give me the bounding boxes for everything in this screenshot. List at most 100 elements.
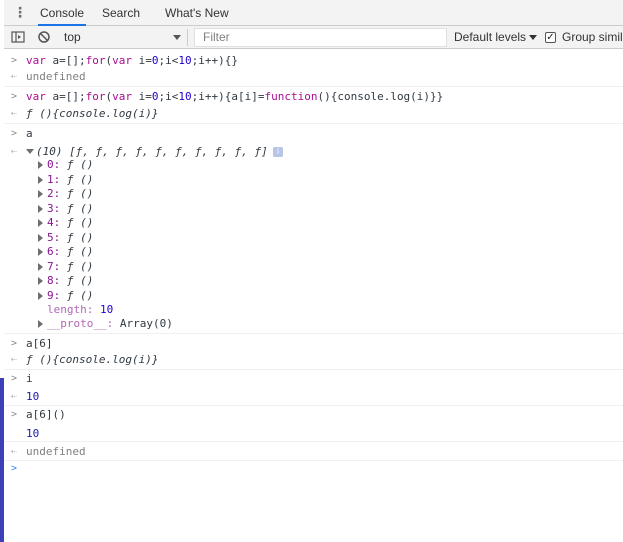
array-item-key: 8 — [47, 274, 54, 287]
length-value: 10 — [100, 303, 114, 316]
array-item-key: 3 — [47, 201, 54, 215]
clear-console-icon[interactable] — [37, 30, 51, 44]
message-divider — [4, 333, 623, 334]
array-item-row[interactable]: 0: ƒ () — [4, 158, 623, 172]
expand-triangle-icon[interactable] — [26, 149, 34, 154]
drawer-tabbar: ⋮ Console Search What's New — [4, 0, 623, 26]
log-levels-dropdown[interactable]: Default levels — [454, 26, 526, 49]
console-input-message: > var a=[];for(var i=0;i<10;i++){a[i]=fu… — [4, 89, 623, 104]
array-item-row[interactable]: 4: ƒ () — [4, 216, 623, 230]
array-item-key: 6 — [47, 245, 54, 258]
array-item-value: ƒ () — [66, 158, 94, 171]
input-prompt-icon: > — [11, 55, 18, 66]
input-text: a[6]() — [26, 408, 66, 421]
expand-triangle-icon[interactable] — [38, 320, 43, 328]
expand-triangle-icon[interactable] — [38, 262, 43, 271]
console-toolbar: top Filter Default levels ✓ Group simil — [4, 26, 623, 49]
tab-whats-new[interactable]: What's New — [163, 0, 231, 26]
array-item-value: ƒ () — [66, 245, 94, 258]
array-item-key: 2 — [47, 187, 54, 200]
length-key: length — [47, 303, 87, 316]
levels-chevron-icon[interactable] — [529, 35, 537, 40]
array-item-key: 1 — [47, 172, 54, 186]
array-item-key: 5 — [47, 230, 54, 244]
tab-console[interactable]: Console — [38, 0, 87, 26]
message-divider — [4, 369, 623, 370]
expand-triangle-icon[interactable] — [38, 204, 43, 213]
message-divider — [4, 441, 623, 442]
console-prompt-icon[interactable]: > — [11, 463, 17, 474]
expand-triangle-icon[interactable] — [38, 291, 43, 300]
expand-triangle-icon[interactable] — [38, 190, 43, 198]
input-text: var a=[];for(var i=0;i<10;i++){} — [26, 54, 238, 67]
proto-value: Array(0) — [119, 317, 173, 330]
context-selector[interactable]: top — [64, 26, 81, 49]
proto-key: __proto__ — [47, 317, 107, 330]
array-item-row[interactable]: 7: ƒ () — [4, 260, 623, 274]
group-similar-checkbox[interactable]: ✓ — [545, 32, 556, 43]
array-item-row[interactable]: 5: ƒ () — [4, 231, 623, 245]
expand-triangle-icon[interactable] — [38, 175, 43, 184]
console-result-message: ⇠ ƒ (){console.log(i)} — [4, 352, 623, 368]
array-item-row[interactable]: 9: ƒ () — [4, 289, 623, 303]
result-prompt-icon: ⇠ — [11, 71, 18, 82]
result-prompt-icon: ⇠ — [11, 354, 18, 365]
toolbar-divider — [187, 29, 188, 46]
filter-input[interactable]: Filter — [194, 28, 447, 47]
chevron-down-icon[interactable] — [173, 35, 181, 40]
console-input-message: > a[6] — [4, 336, 623, 351]
group-similar-label: Group simil — [562, 30, 623, 44]
array-item-row[interactable]: 2: ƒ () — [4, 187, 623, 201]
console-output[interactable]: > var a=[];for(var i=0;i<10;i++){} ⇠ und… — [4, 50, 623, 542]
result-prompt-icon: ⇠ — [11, 446, 18, 457]
array-items: 0: ƒ () 1: ƒ () 2: ƒ () 3: ƒ () 4: ƒ () … — [4, 158, 623, 303]
array-item-row[interactable]: 6: ƒ () — [4, 245, 623, 259]
result-prompt-icon: ⇠ — [11, 391, 18, 402]
console-input-message: > a[6]() — [4, 407, 623, 422]
expand-triangle-icon[interactable] — [38, 248, 43, 256]
result-prompt-icon: ⇠ — [11, 146, 18, 157]
expand-triangle-icon[interactable] — [38, 277, 43, 285]
input-prompt-icon: > — [11, 373, 18, 384]
info-icon[interactable]: i — [273, 147, 283, 157]
input-text: var a=[];for(var i=0;i<10;i++){a[i]=func… — [26, 90, 444, 103]
console-input-message: > var a=[];for(var i=0;i<10;i++){} — [4, 53, 623, 68]
array-item-value: ƒ () — [66, 288, 94, 302]
array-item-key: 4 — [47, 216, 54, 229]
array-item-value: ƒ () — [66, 172, 94, 186]
more-menu-icon[interactable]: ⋮ — [13, 5, 27, 21]
message-divider — [4, 460, 623, 461]
result-text: undefined — [26, 445, 86, 458]
console-log-message: 10 — [4, 426, 623, 441]
array-item-row[interactable]: 3: ƒ () — [4, 202, 623, 216]
console-result-message: ⇠ undefined — [4, 69, 623, 85]
result-prompt-icon: ⇠ — [11, 108, 18, 119]
tab-search[interactable]: Search — [100, 0, 142, 26]
array-item-row[interactable]: 8: ƒ () — [4, 274, 623, 288]
input-text: a[6] — [26, 337, 53, 350]
sidebar-toggle-icon[interactable] — [11, 30, 25, 44]
input-text: a — [26, 127, 33, 140]
expand-triangle-icon[interactable] — [38, 233, 43, 242]
expand-triangle-icon[interactable] — [38, 161, 43, 169]
array-preview-text: (10) [ƒ, ƒ, ƒ, ƒ, ƒ, ƒ, ƒ, ƒ, ƒ, ƒ] — [36, 145, 268, 158]
expand-triangle-icon[interactable] — [38, 219, 43, 227]
result-text: ƒ (){console.log(i)} — [26, 353, 159, 366]
input-prompt-icon: > — [11, 338, 18, 349]
console-input-message: > a — [4, 126, 623, 141]
result-number: 10 — [26, 390, 40, 403]
result-text: undefined — [26, 70, 86, 83]
array-item-key: 0 — [47, 158, 54, 171]
array-item-key: 7 — [47, 259, 54, 273]
array-item-value: ƒ () — [66, 259, 94, 273]
console-result-message: ⇠ 10 — [4, 389, 623, 405]
message-divider — [4, 86, 623, 87]
message-divider — [4, 405, 623, 406]
array-item-key: 9 — [47, 288, 54, 302]
array-result-header[interactable]: ⇠ (10) [ƒ, ƒ, ƒ, ƒ, ƒ, ƒ, ƒ, ƒ, ƒ, ƒ] i — [4, 144, 623, 159]
array-item-row[interactable]: 1: ƒ () — [4, 173, 623, 187]
array-item-value: ƒ () — [66, 274, 94, 287]
array-proto-row[interactable]: __proto__: Array(0) — [4, 317, 623, 331]
array-item-value: ƒ () — [66, 201, 94, 215]
array-item-value: ƒ () — [66, 216, 94, 229]
